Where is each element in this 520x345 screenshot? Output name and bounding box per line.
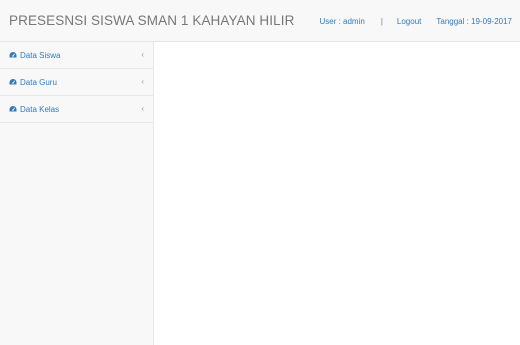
dashboard-icon <box>9 79 17 85</box>
main-content <box>155 42 520 345</box>
header-separator: | <box>380 17 383 26</box>
sidebar-item-data-guru[interactable]: Data Guru ‹ <box>0 69 153 96</box>
logout-link[interactable]: Logout <box>397 17 421 26</box>
sidebar-item-label: Data Kelas <box>20 105 60 114</box>
chevron-left-icon: ‹ <box>141 77 144 86</box>
user-label: User : admin <box>319 17 365 26</box>
sidebar-item-label: Data Siswa <box>20 51 61 60</box>
sidebar: Data Siswa ‹ Data Guru ‹ Data Kelas ‹ <box>0 42 154 345</box>
dashboard-icon <box>9 52 17 58</box>
date-label: Tanggal : 19-09-2017 <box>436 17 512 26</box>
chevron-left-icon: ‹ <box>141 50 144 59</box>
sidebar-item-data-siswa[interactable]: Data Siswa ‹ <box>0 42 153 69</box>
top-navbar: PRESESNSI SISWA SMAN 1 KAHAYAN HILIR Use… <box>0 0 520 42</box>
dashboard-icon <box>9 106 17 112</box>
header-user-area: User : admin | Logout Tanggal : 19-09-20… <box>319 17 512 26</box>
app-title[interactable]: PRESESNSI SISWA SMAN 1 KAHAYAN HILIR <box>9 13 294 28</box>
sidebar-item-data-kelas[interactable]: Data Kelas ‹ <box>0 96 153 123</box>
sidebar-item-label: Data Guru <box>20 78 57 87</box>
chevron-left-icon: ‹ <box>141 104 144 113</box>
